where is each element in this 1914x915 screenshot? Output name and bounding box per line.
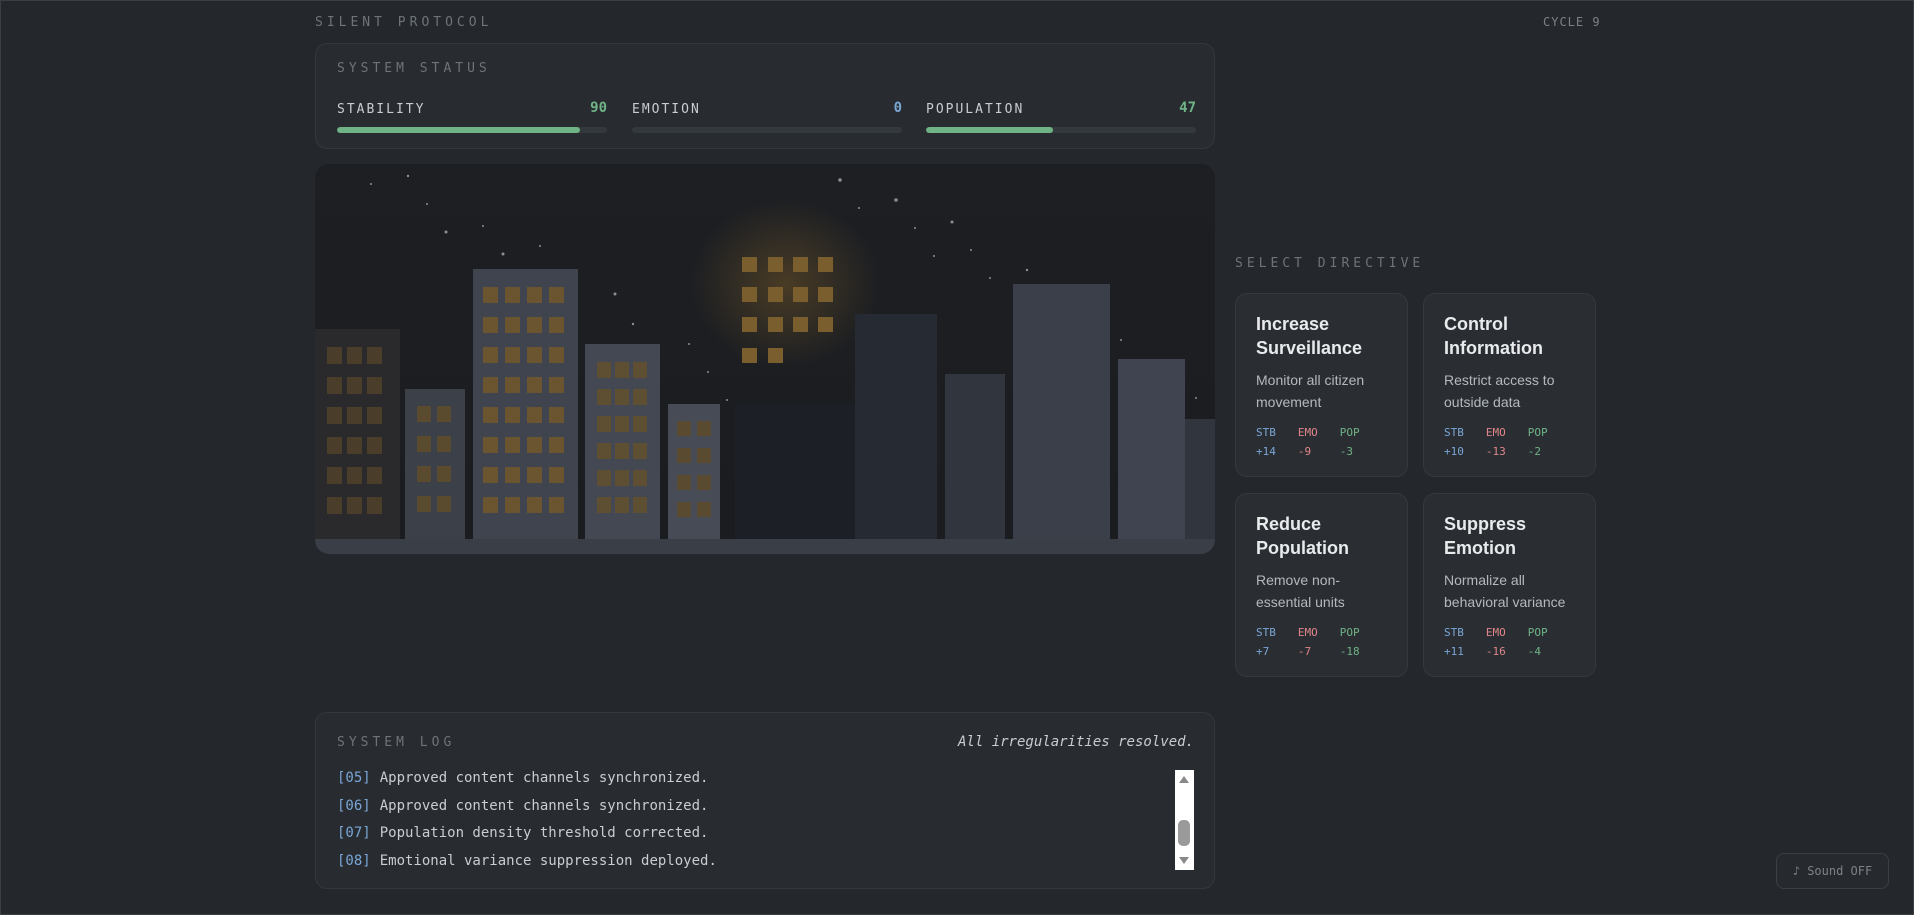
log-entry: [05] Approved content channels synchroniz…	[337, 770, 709, 786]
directive-title: Suppress Emotion	[1444, 514, 1527, 558]
directive-card-control-information[interactable]: Control Information Restrict access to o…	[1423, 293, 1596, 477]
system-log-panel: SYSTEM LOG All irregularities resolved. …	[315, 712, 1215, 889]
effect-emo: EMO -13	[1485, 426, 1506, 458]
stat-name: STABILITY	[337, 102, 426, 117]
stat-bar-track	[337, 127, 607, 133]
stat-stability: STABILITY 90	[337, 100, 607, 133]
stat-name: EMOTION	[632, 102, 701, 117]
stat-bar-track	[926, 127, 1196, 133]
stat-bar-fill	[337, 127, 580, 133]
stat-emotion: EMOTION 0	[632, 100, 902, 133]
log-entry: [08] Emotional variance suppression deplo…	[337, 852, 717, 869]
system-log-label: SYSTEM LOG	[337, 735, 456, 750]
directive-effects: STB +7 EMO -7 POP -18	[1256, 623, 1360, 661]
log-status-message: All irregularities resolved.	[957, 734, 1194, 750]
effect-stb: STB +7	[1256, 626, 1276, 658]
building	[668, 404, 720, 539]
effect-pop: POP -4	[1527, 626, 1548, 658]
select-directive-label: SELECT DIRECTIVE	[1235, 256, 1425, 271]
effect-pop: POP -3	[1339, 426, 1360, 458]
effect-stb: STB +14	[1256, 426, 1276, 458]
effect-emo: EMO -7	[1297, 626, 1318, 658]
directive-title: Control Information	[1444, 314, 1543, 358]
app-title: SILENT PROTOCOL	[315, 15, 493, 30]
stat-value: 0	[893, 100, 902, 116]
stat-name: POPULATION	[926, 102, 1025, 117]
scroll-down-arrow-icon[interactable]	[1179, 857, 1189, 864]
effect-pop: POP -18	[1339, 626, 1360, 658]
directive-effects: STB +11 EMO -16 POP -4	[1444, 623, 1548, 661]
building	[1118, 359, 1185, 539]
scroll-up-arrow-icon[interactable]	[1179, 776, 1189, 783]
effect-stb: STB +11	[1444, 626, 1464, 658]
stat-value: 47	[1179, 100, 1196, 116]
building	[1185, 419, 1215, 539]
city-scene	[315, 164, 1215, 554]
log-scrollbar[interactable]	[1175, 770, 1194, 870]
city-skyline-illustration	[315, 164, 1215, 554]
directive-card-suppress-emotion[interactable]: Suppress Emotion Normalize all behaviora…	[1423, 493, 1596, 677]
effect-emo: EMO -9	[1297, 426, 1318, 458]
building	[405, 389, 465, 539]
building	[735, 404, 855, 539]
directive-description: Remove non-essential units	[1256, 572, 1345, 610]
ground	[315, 539, 1215, 554]
log-entry: [06] Approved content channels synchroniz…	[337, 797, 709, 814]
directive-card-increase-surveillance[interactable]: Increase Surveillance Monitor all citize…	[1235, 293, 1408, 477]
effect-stb: STB +10	[1444, 426, 1464, 458]
stat-value: 90	[590, 100, 607, 116]
directive-title: Increase Surveillance	[1256, 314, 1363, 358]
stat-bar-track	[632, 127, 902, 133]
system-status-panel: SYSTEM STATUS STABILITY 90 EMOTION 0 POP…	[315, 43, 1215, 149]
system-status-label: SYSTEM STATUS	[337, 61, 491, 76]
effect-emo: EMO -16	[1485, 626, 1506, 658]
scrollbar-thumb[interactable]	[1178, 820, 1190, 846]
log-entries[interactable]: [05] Approved content channels synchroniz…	[337, 765, 1177, 875]
building	[855, 314, 937, 539]
directive-description: Restrict access to outside data	[1444, 372, 1555, 410]
building	[945, 374, 1005, 539]
log-entry: [07] Population density threshold correct…	[337, 825, 709, 841]
stat-bar-fill	[926, 127, 1053, 133]
directive-description: Monitor all citizen movement	[1256, 372, 1365, 410]
stat-population: POPULATION 47	[926, 100, 1196, 133]
directive-effects: STB +10 EMO -13 POP -2	[1444, 423, 1548, 461]
cycle-counter: CYCLE 9	[1543, 15, 1601, 29]
building	[1013, 284, 1110, 539]
effect-pop: POP -2	[1527, 426, 1548, 458]
sound-toggle-button[interactable]: ♪ Sound OFF	[1776, 853, 1889, 889]
directive-card-reduce-population[interactable]: Reduce Population Remove non-essential u…	[1235, 493, 1408, 677]
directive-effects: STB +14 EMO -9 POP -3	[1256, 423, 1360, 461]
directive-title: Reduce Population	[1256, 514, 1349, 558]
directive-description: Normalize all behavioral variance	[1444, 572, 1566, 610]
